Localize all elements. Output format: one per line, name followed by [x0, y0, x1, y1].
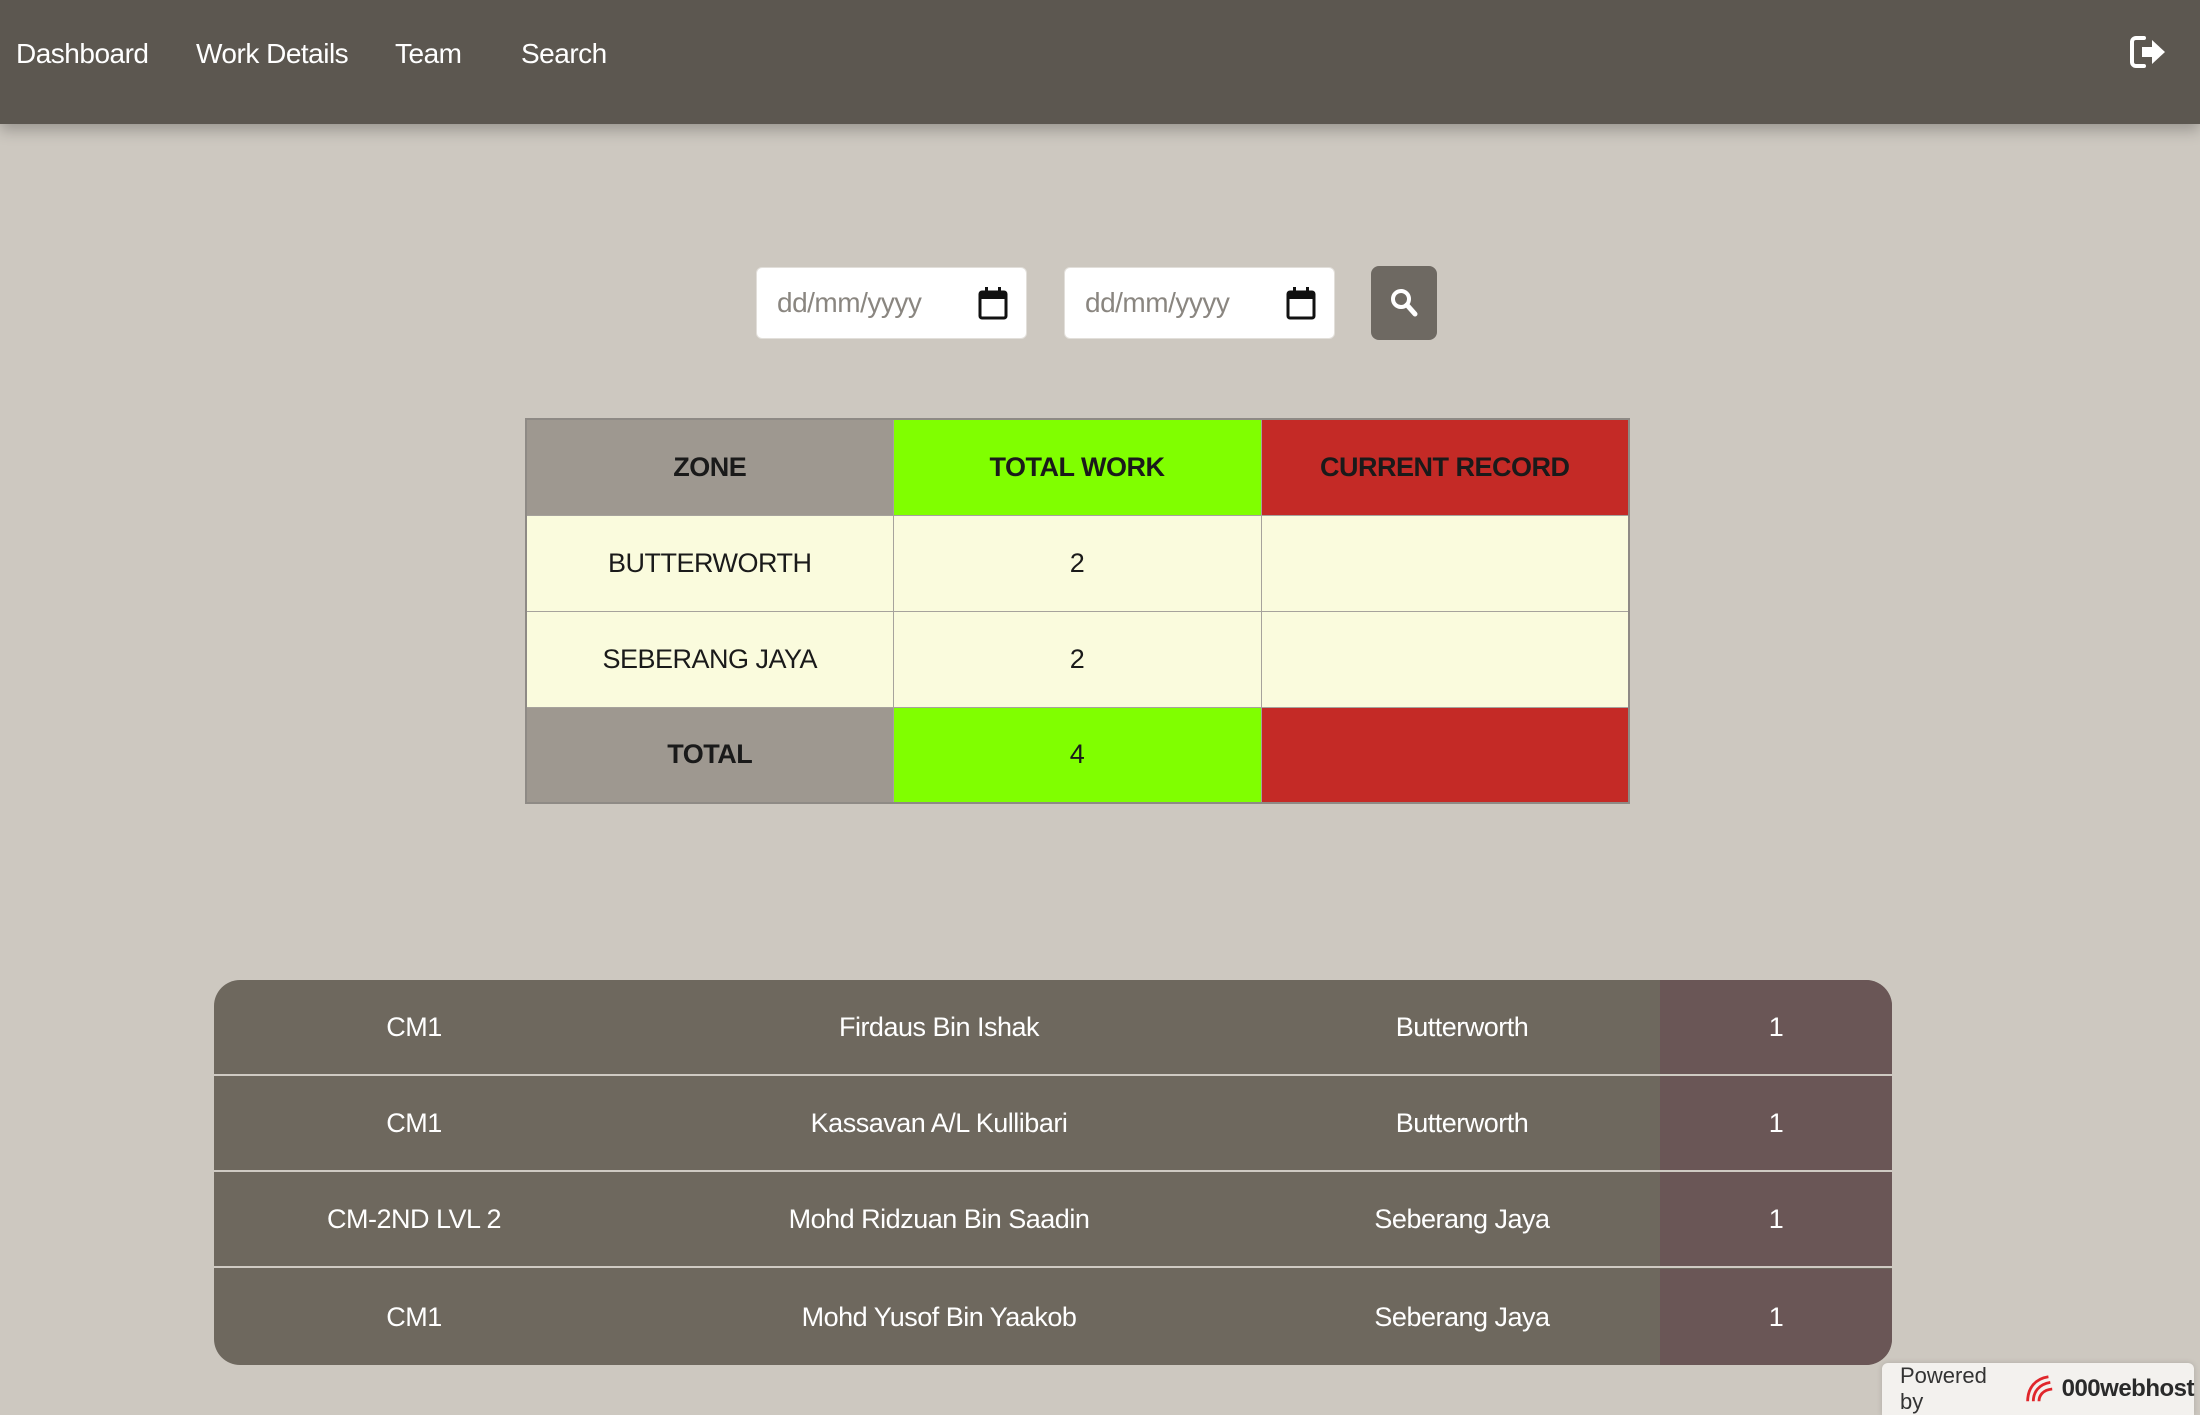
- zone-cell: BUTTERWORTH: [525, 514, 894, 612]
- summary-row: BUTTERWORTH 2: [525, 514, 1630, 612]
- header-zone: ZONE: [525, 418, 894, 516]
- top-navbar: Dashboard Work Details Team Search: [0, 0, 2200, 124]
- team-list: CM1 Firdaus Bin Ishak Butterworth 1 CM1 …: [214, 980, 1892, 1365]
- summary-total-row: TOTAL 4: [525, 706, 1630, 804]
- calendar-icon[interactable]: [978, 286, 1008, 320]
- team-row[interactable]: CM-2ND LVL 2 Mohd Ridzuan Bin Saadin Seb…: [214, 1172, 1892, 1268]
- nav-dashboard[interactable]: Dashboard: [16, 38, 149, 70]
- current-record-cell: [1260, 610, 1630, 708]
- team-zone: Seberang Jaya: [1374, 1301, 1550, 1332]
- calendar-icon[interactable]: [1286, 286, 1316, 320]
- zone-summary-table: ZONE TOTAL WORK CURRENT RECORD BUTTERWOR…: [525, 418, 1630, 804]
- team-zone: Seberang Jaya: [1374, 1203, 1550, 1234]
- team-zone: Butterworth: [1395, 1011, 1529, 1042]
- current-record-cell: [1260, 514, 1630, 612]
- start-date-input[interactable]: dd/mm/yyyy: [756, 267, 1027, 339]
- powered-by-label: Powered by: [1900, 1363, 1987, 1414]
- total-work-cell: 2: [892, 610, 1262, 708]
- nav-team[interactable]: Team: [395, 38, 462, 70]
- sign-out-icon[interactable]: [2128, 32, 2168, 72]
- team-count: 1: [1660, 980, 1892, 1074]
- team-member-name: Kassavan A/L Kullibari: [810, 1107, 1068, 1138]
- total-work-sum: 4: [892, 706, 1262, 804]
- team-member-name: Mohd Ridzuan Bin Saadin: [788, 1203, 1090, 1234]
- powered-by-badge[interactable]: Powered by 000webhost: [1882, 1363, 2195, 1415]
- team-count: 1: [1660, 1076, 1892, 1170]
- summary-header-row: ZONE TOTAL WORK CURRENT RECORD: [525, 418, 1630, 516]
- team-member-name: Firdaus Bin Ishak: [838, 1011, 1040, 1042]
- team-count: 1: [1660, 1269, 1892, 1365]
- team-row[interactable]: CM1 Kassavan A/L Kullibari Butterworth 1: [214, 1076, 1892, 1172]
- team-code: CM-2ND LVL 2: [326, 1203, 502, 1234]
- start-date-placeholder: dd/mm/yyyy: [777, 287, 922, 318]
- team-code: CM1: [386, 1107, 442, 1138]
- 000webhost-logo-icon: [2025, 1375, 2053, 1402]
- total-work-cell: 2: [892, 514, 1262, 612]
- search-icon: [1391, 289, 1418, 317]
- nav-search[interactable]: Search: [521, 38, 607, 70]
- powered-by-brand: 000webhost: [2061, 1375, 2195, 1402]
- nav-work-details[interactable]: Work Details: [196, 38, 349, 70]
- team-zone: Butterworth: [1395, 1107, 1529, 1138]
- search-button[interactable]: [1371, 266, 1437, 340]
- total-label: TOTAL: [525, 706, 894, 804]
- team-count: 1: [1660, 1172, 1892, 1266]
- team-member-name: Mohd Yusof Bin Yaakob: [801, 1301, 1077, 1332]
- end-date-input[interactable]: dd/mm/yyyy: [1064, 267, 1335, 339]
- team-row[interactable]: CM1 Mohd Yusof Bin Yaakob Seberang Jaya …: [214, 1269, 1892, 1365]
- end-date-placeholder: dd/mm/yyyy: [1085, 287, 1230, 318]
- team-code: CM1: [386, 1011, 442, 1042]
- team-row[interactable]: CM1 Firdaus Bin Ishak Butterworth 1: [214, 980, 1892, 1076]
- header-current-record: CURRENT RECORD: [1260, 418, 1630, 516]
- summary-row: SEBERANG JAYA 2: [525, 610, 1630, 708]
- header-total-work: TOTAL WORK: [892, 418, 1262, 516]
- current-record-sum: [1260, 706, 1630, 804]
- zone-cell: SEBERANG JAYA: [525, 610, 894, 708]
- team-code: CM1: [386, 1301, 442, 1332]
